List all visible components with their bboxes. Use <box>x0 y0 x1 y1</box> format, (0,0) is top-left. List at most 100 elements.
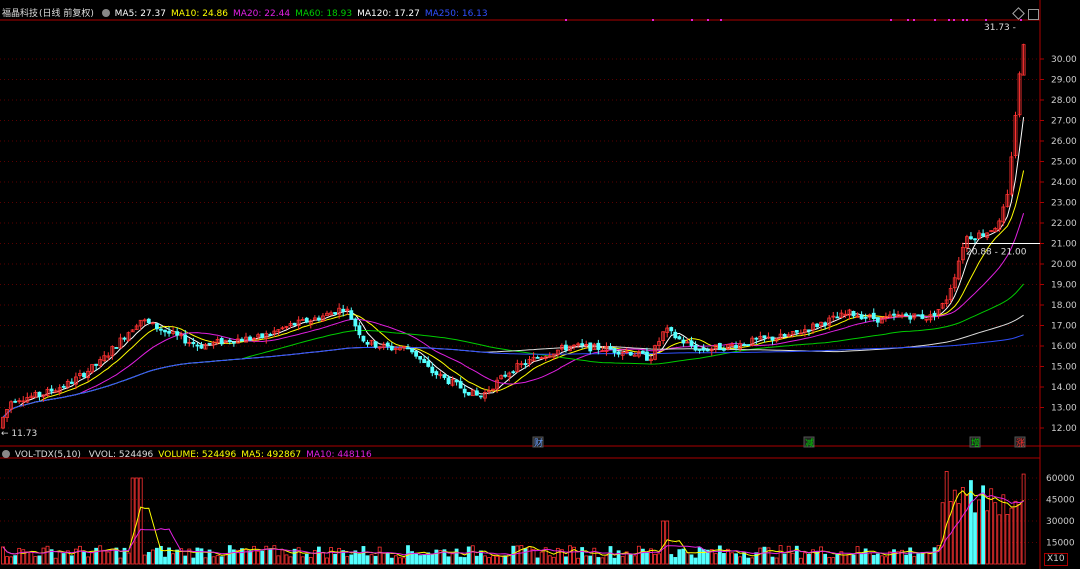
candle <box>458 381 463 389</box>
volume-bar <box>920 552 925 565</box>
candle <box>37 391 42 397</box>
volume-bar <box>462 557 467 565</box>
volume-bar <box>742 552 747 565</box>
volume-bar <box>835 553 840 565</box>
volume-bar <box>248 550 252 565</box>
candle <box>316 317 321 321</box>
volume-bar <box>803 552 807 565</box>
volume-bar <box>960 487 965 565</box>
indicator-label: MA250: 16.13 <box>424 9 488 19</box>
volume-bar <box>280 549 285 565</box>
candle <box>357 325 362 336</box>
stock-name: 福晶科技 <box>2 9 39 19</box>
volume-bar <box>576 557 580 565</box>
volume-bar <box>912 556 917 565</box>
volume-bar <box>884 556 888 565</box>
volume-bar <box>519 545 524 565</box>
volume-bar <box>993 502 998 565</box>
candle <box>815 323 819 327</box>
candle <box>535 356 540 359</box>
event-marker[interactable]: 财 <box>534 437 543 449</box>
volume-unit-label: X10 <box>1044 553 1068 566</box>
candle <box>365 341 370 345</box>
volume-bar <box>357 553 362 565</box>
settings-icon[interactable] <box>2 450 10 458</box>
volume-bar <box>163 556 167 565</box>
range-label: 20.88 - 21.00 <box>966 248 1027 258</box>
volume-bar <box>434 549 439 565</box>
candle <box>871 312 876 319</box>
volume-bar <box>924 552 929 565</box>
event-marker[interactable]: 增 <box>971 437 980 449</box>
kline-chart[interactable]: 30.00 29.00 28.00 27.00 26.00 25.00 24.00 23.00… <box>0 0 1080 569</box>
candle <box>260 333 265 338</box>
candle <box>422 358 427 364</box>
volume-bar <box>491 555 495 565</box>
volume-bar <box>847 554 852 565</box>
volume-bar <box>685 552 690 565</box>
volume-bar <box>1009 507 1014 565</box>
indicator-label: MA120: 17.27 <box>357 9 420 19</box>
volume-bar <box>717 545 722 565</box>
candle <box>612 348 617 353</box>
volume-bar <box>308 557 313 565</box>
volume-bar <box>782 553 787 565</box>
volume-bar <box>90 551 94 565</box>
volume-indicators: VVOL: 524496 VOLUME: 524496 MA5: 492867 MA1… <box>89 450 377 460</box>
volume-bar <box>203 557 208 565</box>
candle <box>430 366 435 374</box>
price-tick-label: 15.00 <box>1051 363 1077 373</box>
volume-bar <box>592 547 597 565</box>
settings-icon[interactable] <box>101 9 110 17</box>
volume-bar <box>778 545 783 565</box>
price-tick-label: 30.00 <box>1051 55 1077 65</box>
candle <box>770 336 775 341</box>
price-tick-label: 28.00 <box>1051 96 1077 106</box>
candle <box>462 388 467 394</box>
volume-bar <box>645 552 649 565</box>
volume-bar <box>17 547 22 565</box>
volume-bar <box>41 547 46 565</box>
volume-bar <box>503 555 508 565</box>
volume-bar <box>928 552 933 565</box>
candle <box>82 372 86 378</box>
volume-bar <box>430 554 435 565</box>
volume-bar <box>325 557 329 565</box>
candle <box>920 314 925 319</box>
event-marker[interactable]: 减 <box>805 437 814 449</box>
volume-bar <box>171 553 176 565</box>
volume-bar <box>69 555 74 565</box>
volume-bar <box>1 546 5 565</box>
volume-bar <box>879 555 884 565</box>
candle <box>628 351 633 356</box>
volume-bar <box>446 556 451 565</box>
volume-bar <box>547 555 552 565</box>
candle <box>219 338 224 345</box>
volume-bar <box>345 556 350 565</box>
price-tick-label: 24.00 <box>1051 178 1077 188</box>
volume-bar <box>798 557 803 565</box>
candle <box>454 379 459 383</box>
volume-bar <box>183 555 188 565</box>
price-tick-label: 27.00 <box>1051 117 1077 127</box>
volume-bar <box>758 547 763 565</box>
volume-bar <box>61 553 66 565</box>
candle <box>410 348 414 353</box>
volume-bar <box>790 552 795 565</box>
volume-bar <box>154 547 159 565</box>
volume-bar <box>199 548 204 565</box>
candle <box>754 337 759 340</box>
volume-bar <box>240 548 244 565</box>
candle <box>248 336 252 341</box>
volume-bar <box>1017 503 1022 565</box>
candle <box>69 381 74 384</box>
volume-bar <box>142 554 147 565</box>
window-icon[interactable] <box>1028 9 1039 20</box>
event-marker[interactable]: 涨 <box>1016 438 1025 449</box>
candle <box>632 354 637 357</box>
price-tick-label: 19.00 <box>1051 281 1077 291</box>
volume-bar <box>98 545 103 565</box>
candle <box>167 330 171 334</box>
volume-bar <box>628 554 633 565</box>
volume-bar <box>1021 473 1026 565</box>
